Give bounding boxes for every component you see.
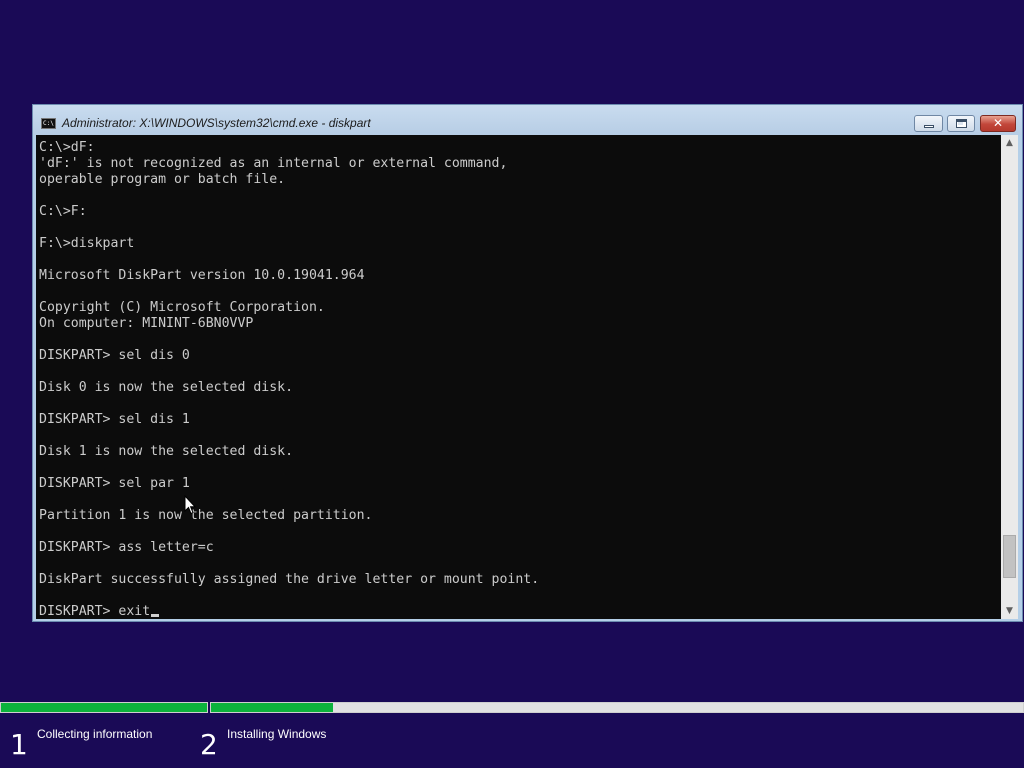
progress-step-2 xyxy=(210,702,1024,713)
scroll-down-arrow-icon[interactable]: ▼ xyxy=(1001,603,1018,619)
cmd-icon[interactable]: C:\ xyxy=(41,118,56,129)
console-line: DISKPART> sel dis 0 xyxy=(39,348,190,363)
close-icon: ✕ xyxy=(992,116,1004,130)
scroll-thumb[interactable] xyxy=(1003,535,1016,578)
cmd-window[interactable]: C:\ Administrator: X:\WINDOWS\system32\c… xyxy=(32,104,1023,622)
vertical-scrollbar[interactable]: ▲ ▼ xyxy=(1001,135,1018,619)
console-line: On computer: MININT-6BN0VVP xyxy=(39,316,254,331)
step-1-label: Collecting information xyxy=(37,727,153,741)
step-2-label: Installing Windows xyxy=(227,727,327,741)
scroll-up-arrow-icon[interactable]: ▲ xyxy=(1001,135,1018,151)
title-bar[interactable]: C:\ Administrator: X:\WINDOWS\system32\c… xyxy=(33,105,1022,135)
setup-progress-bar xyxy=(0,702,1024,713)
window-title: Administrator: X:\WINDOWS\system32\cmd.e… xyxy=(62,116,371,130)
console-line: Copyright (C) Microsoft Corporation. xyxy=(39,300,325,315)
progress-step-1 xyxy=(0,702,208,713)
mouse-pointer-icon xyxy=(184,495,196,515)
console-text: C:\>dF:'dF:' is not recognized as an int… xyxy=(36,135,1001,619)
console-line: Disk 1 is now the selected disk. xyxy=(39,444,294,459)
console-line: DISKPART> sel par 1 xyxy=(39,476,190,491)
console-line: Microsoft DiskPart version 10.0.19041.96… xyxy=(39,268,365,283)
text-cursor xyxy=(151,614,160,617)
console-history: C:\>dF:'dF:' is not recognized as an int… xyxy=(39,140,1001,604)
console-line: C:\>dF: xyxy=(39,140,95,155)
maximize-icon xyxy=(956,119,967,128)
step-1-number: 1 xyxy=(10,728,28,761)
maximize-button[interactable] xyxy=(947,115,975,132)
console-line: F:\>diskpart xyxy=(39,236,135,251)
progress-fill-step-2 xyxy=(211,703,333,712)
console-line: DISKPART> sel dis 1 xyxy=(39,412,190,427)
console-line: DISKPART> ass letter=c xyxy=(39,540,214,555)
console-current-input: DISKPART> exit xyxy=(39,604,151,619)
console-line: DiskPart successfully assigned the drive… xyxy=(39,572,540,587)
setup-background: C:\ Administrator: X:\WINDOWS\system32\c… xyxy=(0,0,1024,768)
console-output[interactable]: C:\>dF:'dF:' is not recognized as an int… xyxy=(36,135,1001,619)
console-line: C:\>F: xyxy=(39,204,87,219)
minimize-icon xyxy=(924,125,934,128)
console-line: 'dF:' is not recognized as an internal o… xyxy=(39,156,508,171)
console-line: operable program or batch file. xyxy=(39,172,286,187)
step-2-number: 2 xyxy=(200,728,218,761)
progress-fill-step-1 xyxy=(1,703,207,712)
console-line: Disk 0 is now the selected disk. xyxy=(39,380,294,395)
close-button[interactable]: ✕ xyxy=(980,115,1016,132)
minimize-button[interactable] xyxy=(914,115,943,132)
console-prompt-line[interactable]: DISKPART> exit xyxy=(39,604,1001,619)
